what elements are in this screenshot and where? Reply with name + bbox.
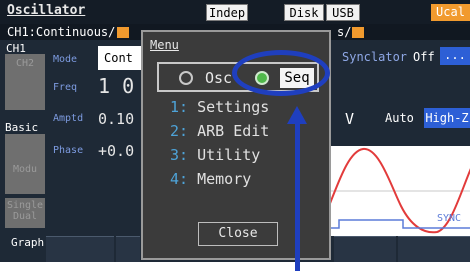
amptd-value[interactable]: 0.10 (98, 110, 134, 128)
menu-item-number: 2: (170, 122, 189, 140)
tab-modu[interactable]: Modu (5, 134, 45, 194)
softkey-1[interactable] (46, 236, 114, 262)
menu-item-number: 1: (170, 98, 189, 116)
menu-item-label: Utility (197, 146, 261, 164)
menu-item-label: Memory (197, 170, 252, 188)
amptd-label: Amptd (53, 113, 84, 124)
status-orange-indicator (117, 27, 129, 38)
indep-indicator: Indep (206, 4, 248, 21)
menu-item-utility[interactable]: 3: Utility (170, 146, 260, 164)
synclator-label: Synclator (342, 50, 408, 64)
menu-item-number: 3: (170, 146, 189, 164)
close-button[interactable]: Close (198, 222, 278, 246)
tab-basic[interactable]: Basic (5, 121, 38, 134)
menu-item-number: 4: (170, 170, 189, 188)
synclator-value[interactable]: Off (413, 50, 435, 64)
freq-value[interactable]: 1 0 (98, 74, 134, 98)
softkey-2[interactable] (116, 236, 140, 262)
modu-label: Modu (12, 164, 38, 175)
menu-item-settings[interactable]: 1: Settings (170, 98, 269, 116)
ch2-label: CH2 (15, 58, 35, 69)
osc-radio[interactable] (179, 71, 193, 85)
more-button[interactable]: ... (440, 47, 470, 65)
mode-field[interactable]: Cont (98, 46, 146, 70)
channel-status: CH1:Continuous/ (7, 25, 116, 39)
softkey-6[interactable] (398, 236, 470, 262)
tab-ch2[interactable]: CH2 (5, 54, 45, 110)
amplitude-unit: V (345, 110, 355, 128)
menu-item-label: ARB Edit (197, 122, 270, 140)
menu-item-label: Settings (197, 98, 270, 116)
osc-option-label[interactable]: Osc (205, 69, 232, 87)
output-impedance-button[interactable]: High-Z (424, 108, 470, 128)
arrow-shaft (295, 120, 300, 271)
menu-item-arb-edit[interactable]: 2: ARB Edit (170, 122, 269, 140)
tab-single-dual[interactable]: Single Dual (5, 198, 45, 228)
highlight-ring (232, 50, 330, 96)
channel-status-right: s/ (337, 25, 352, 39)
menu-item-memory[interactable]: 4: Memory (170, 170, 251, 188)
phase-label: Phase (53, 145, 84, 156)
disk-indicator: Disk (284, 4, 324, 21)
menu-title: Menu (150, 38, 179, 52)
tab-graph[interactable]: Graph (11, 236, 44, 249)
oscillator-screen: Oscillator Indep Disk USB Ucal CH1:Conti… (0, 0, 470, 262)
freq-label: Freq (53, 82, 78, 93)
softkey-5[interactable] (334, 236, 396, 262)
auto-label: Auto (385, 111, 414, 125)
ucal-badge: Ucal (431, 4, 470, 21)
app-title: Oscillator (7, 3, 86, 18)
phase-value[interactable]: +0.0 (98, 142, 134, 160)
status-orange-indicator-right (352, 27, 364, 38)
sync-label: SYNC (437, 213, 462, 224)
usb-indicator: USB (326, 4, 360, 21)
mode-label: Mode (53, 54, 78, 65)
title-bar: Oscillator Indep Disk USB Ucal (0, 0, 470, 24)
